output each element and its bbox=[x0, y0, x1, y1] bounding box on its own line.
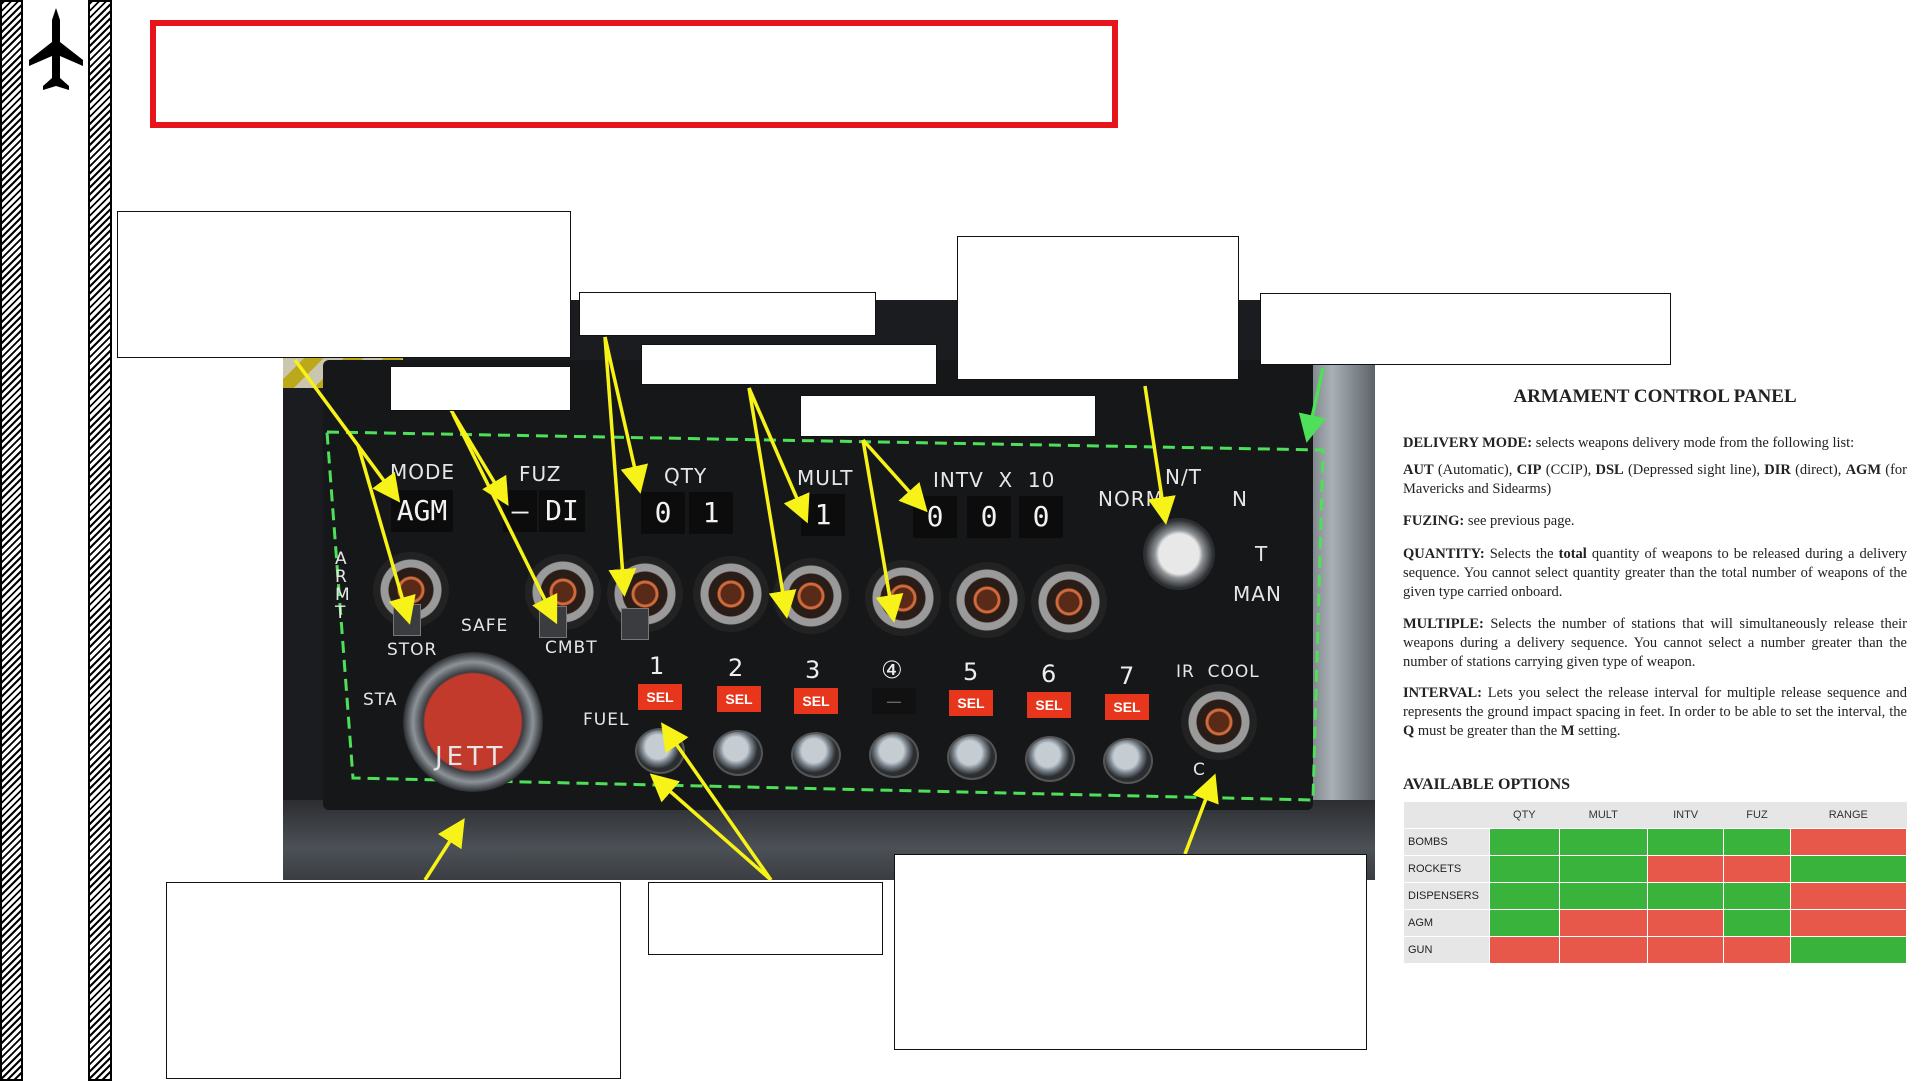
option-unavailable-cell bbox=[1558, 936, 1648, 964]
options-header: QTY bbox=[1489, 802, 1560, 829]
options-header: RANGE bbox=[1790, 802, 1907, 829]
callout-box-panel bbox=[1260, 293, 1671, 365]
modes-text: AUT (Automatic), CIP (CCIP), DSL (Depres… bbox=[1403, 461, 1907, 499]
option-available-cell bbox=[1558, 882, 1648, 910]
table-row: ROCKETS bbox=[1403, 855, 1908, 883]
callout-box-station-select bbox=[648, 882, 883, 955]
interval-term: INTERVAL: bbox=[1403, 685, 1482, 701]
callout-box-interval bbox=[800, 395, 1096, 437]
quantity-text: QUANTITY: Selects the total quantity of … bbox=[1403, 545, 1907, 602]
table-row-label: GUN bbox=[1403, 936, 1490, 964]
quantity-desc-a: Selects the bbox=[1484, 546, 1559, 562]
option-available-cell bbox=[1489, 882, 1560, 910]
option-available-cell bbox=[1723, 909, 1791, 937]
left-hatch-border bbox=[0, 0, 23, 1081]
option-available-cell bbox=[1789, 936, 1908, 964]
option-unavailable-cell bbox=[1558, 909, 1648, 937]
callout-box-ir-cool bbox=[894, 854, 1367, 1050]
title-box bbox=[150, 20, 1118, 128]
fuzing-desc: see previous page. bbox=[1464, 513, 1575, 529]
options-header: MULT bbox=[1559, 802, 1648, 829]
table-row-label: BOMBS bbox=[1403, 828, 1490, 856]
callout-box-fuzing bbox=[390, 366, 571, 411]
interval-q: Q bbox=[1403, 723, 1415, 739]
table-row: BOMBS bbox=[1403, 828, 1908, 856]
option-unavailable-cell bbox=[1646, 909, 1725, 937]
option-available-cell bbox=[1489, 909, 1560, 937]
option-available-cell bbox=[1723, 882, 1791, 910]
quantity-term: QUANTITY: bbox=[1403, 546, 1485, 562]
table-row-label: DISPENSERS bbox=[1403, 882, 1490, 910]
mode-cip-desc: (CCIP), bbox=[1541, 462, 1596, 478]
reference-title: ARMAMENT CONTROL PANEL bbox=[1513, 386, 1797, 407]
mode-dir: DIR bbox=[1764, 462, 1791, 478]
options-title: AVAILABLE OPTIONS bbox=[1403, 776, 1571, 793]
option-unavailable-cell bbox=[1723, 936, 1791, 964]
callout-box-nt-switch bbox=[957, 236, 1239, 380]
option-available-cell bbox=[1789, 855, 1908, 883]
mode-agm: AGM bbox=[1845, 462, 1882, 478]
options-header bbox=[1403, 802, 1490, 829]
table-row-label: ROCKETS bbox=[1403, 855, 1490, 883]
option-unavailable-cell bbox=[1489, 936, 1560, 964]
mode-dsl-desc: (Depressed sight line), bbox=[1623, 462, 1765, 478]
callout-box-delivery-mode bbox=[117, 211, 571, 358]
option-unavailable-cell bbox=[1723, 855, 1791, 883]
options-header: INTV bbox=[1647, 802, 1724, 829]
quantity-bold: total bbox=[1558, 546, 1587, 562]
aircraft-icon bbox=[27, 6, 85, 96]
multiple-term: MULTIPLE: bbox=[1403, 616, 1484, 632]
option-available-cell bbox=[1558, 855, 1648, 883]
fuzing-term: FUZING: bbox=[1403, 513, 1465, 529]
interval-desc-b: must be greater than the bbox=[1414, 723, 1561, 739]
option-unavailable-cell bbox=[1646, 936, 1725, 964]
mode-aut-desc: (Automatic), bbox=[1433, 462, 1517, 478]
table-row: GUN bbox=[1403, 936, 1908, 964]
delivery-desc: selects weapons delivery mode from the f… bbox=[1532, 435, 1855, 451]
table-row-label: AGM bbox=[1403, 909, 1490, 937]
option-available-cell bbox=[1723, 828, 1791, 856]
mode-aut: AUT bbox=[1403, 462, 1434, 478]
option-available-cell bbox=[1558, 828, 1648, 856]
callout-box-multiple bbox=[641, 344, 937, 385]
interval-m: M bbox=[1560, 723, 1575, 739]
fuzing-text: FUZING: see previous page. bbox=[1403, 512, 1907, 531]
mode-dir-desc: (direct), bbox=[1790, 462, 1846, 478]
callout-box-quantity bbox=[579, 292, 876, 336]
option-available-cell bbox=[1646, 828, 1725, 856]
option-available-cell bbox=[1646, 882, 1725, 910]
options-header: FUZ bbox=[1723, 802, 1791, 829]
multiple-text: MULTIPLE: Selects the number of stations… bbox=[1403, 615, 1907, 672]
callout-box-jettison bbox=[166, 882, 621, 1079]
mode-cip: CIP bbox=[1516, 462, 1542, 478]
option-unavailable-cell bbox=[1789, 828, 1908, 856]
right-hatch-border bbox=[88, 0, 112, 1081]
options-header-row: QTY MULT INTV FUZ RANGE bbox=[1403, 802, 1907, 829]
option-available-cell bbox=[1489, 828, 1560, 856]
table-row: DISPENSERS bbox=[1403, 882, 1908, 910]
delivery-mode-text: DELIVERY MODE: selects weapons delivery … bbox=[1403, 434, 1907, 453]
delivery-term: DELIVERY MODE: bbox=[1403, 435, 1533, 451]
interval-text: INTERVAL: Lets you select the release in… bbox=[1403, 684, 1907, 741]
option-unavailable-cell bbox=[1789, 909, 1908, 937]
option-available-cell bbox=[1489, 855, 1560, 883]
option-unavailable-cell bbox=[1646, 855, 1725, 883]
mode-dsl: DSL bbox=[1595, 462, 1624, 478]
options-table: QTY MULT INTV FUZ RANGE BOMBS ROCKETS DISP… bbox=[1403, 802, 1908, 964]
interval-desc-c: setting. bbox=[1574, 723, 1621, 739]
option-unavailable-cell bbox=[1789, 882, 1908, 910]
table-row: AGM bbox=[1403, 909, 1908, 937]
